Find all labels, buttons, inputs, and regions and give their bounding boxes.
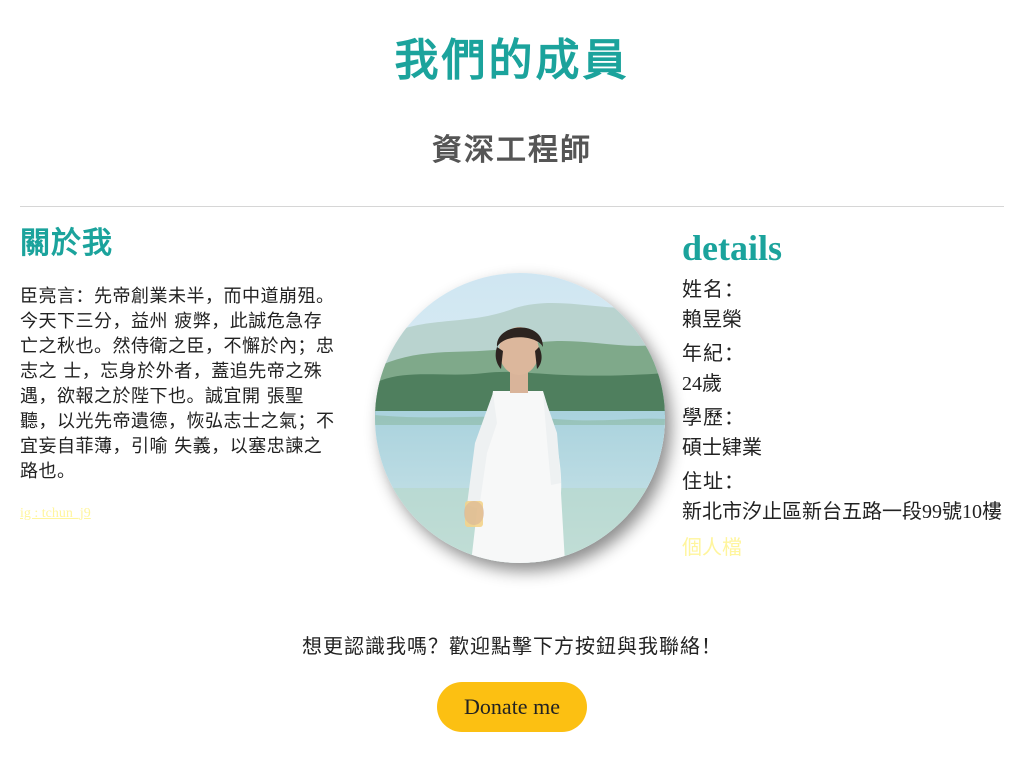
- details-section: details 姓名： 賴昱榮 年紀： 24歲 學歷： 碩士肄業 住址： 新北市…: [682, 226, 1004, 562]
- contact-prompt: 想更認識我嗎？歡迎點擊下方按鈕與我聯絡！: [302, 634, 722, 658]
- about-section: 關於我 臣亮言：先帝創業未半，而中道崩殂。今天下三分，益州 疲弊，此誠危急存亡之…: [20, 224, 340, 522]
- address-value: 新北市汐止區新台五路一段99號10樓: [682, 501, 1002, 523]
- page-subtitle: 資深工程師: [432, 133, 592, 168]
- profile-photo-image: [375, 273, 665, 563]
- name-value: 賴昱榮: [682, 309, 742, 331]
- name-label: 姓名：: [682, 277, 745, 301]
- about-heading: 關於我: [20, 226, 113, 261]
- details-extra-text: 個人檔: [682, 535, 742, 559]
- address-label: 住址：: [682, 469, 745, 493]
- page-title: 我們的成員: [394, 35, 630, 86]
- age-label: 年紀：: [682, 341, 745, 365]
- age-value: 24歲: [682, 373, 722, 395]
- divider: [20, 206, 1004, 207]
- details-heading: details: [682, 228, 783, 268]
- donate-button[interactable]: Donate me: [437, 682, 587, 732]
- education-label: 學歷：: [682, 405, 745, 429]
- about-text: 臣亮言：先帝創業未半，而中道崩殂。今天下三分，益州 疲弊，此誠危急存亡之秋也。然…: [20, 286, 335, 482]
- profile-photo: [375, 273, 665, 563]
- instagram-link[interactable]: ig : tchun_j9: [20, 506, 91, 522]
- education-value: 碩士肄業: [682, 437, 762, 459]
